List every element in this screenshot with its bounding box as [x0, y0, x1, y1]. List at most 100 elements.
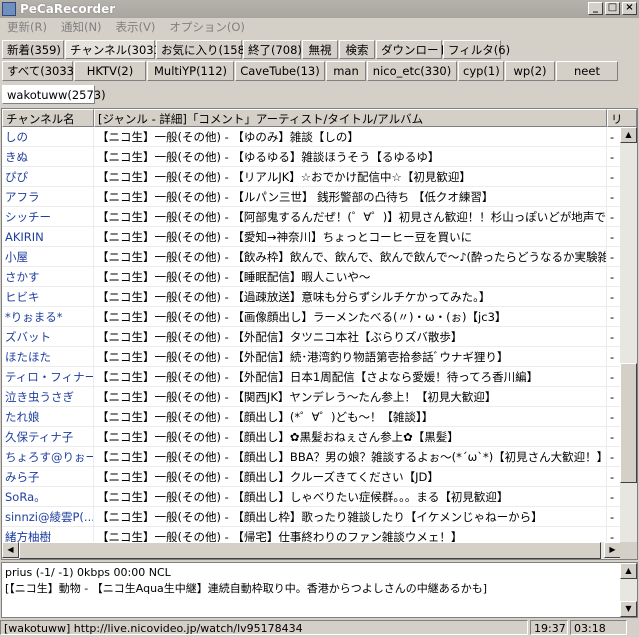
status-bar: [wakotuww] http://live.nicovideo.jp/watc… [0, 620, 639, 637]
scroll-left-icon[interactable]: ◀ [2, 542, 19, 558]
table-row[interactable]: きぬ 【ニコ生】一般(その他) - 【ゆるゆる】雑談ほうそう【るゆるゆ】 - [2, 147, 621, 167]
tab-man[interactable]: man [326, 61, 366, 81]
tab-multiyp[interactable]: MultiYP(112) [147, 61, 234, 81]
menu-view[interactable]: 表示(V) [109, 19, 163, 35]
menu-options[interactable]: オプション(O) [162, 19, 252, 35]
table-row[interactable]: シッチー 【ニコ生】一般(その他) - 【阿部鬼するんだぜ！(゜∀゜)】初見さん歓… [2, 207, 621, 227]
tab-wakotuww[interactable]: wakotuww(2573) [2, 85, 106, 104]
horizontal-scroll-thumb[interactable] [19, 542, 601, 559]
channel-desc: 【ニコ生】一般(その他) - 【阿部鬼するんだぜ！(゜∀゜)】初見さん歓迎！！杉… [94, 207, 607, 227]
channel-extra: - [610, 150, 615, 164]
info-line-detail: [【ニコ生】動物 - 【ニコ生Aqua生中継】連続自動枠取り中。香港からつよしさ… [5, 582, 488, 595]
channel-extra: - [610, 350, 615, 364]
channel-desc: 【ニコ生】一般(その他) - 【ゆのみ】雑談【しの】 [94, 127, 607, 147]
channel-extra: - [610, 190, 615, 204]
table-row[interactable]: sinnzi@綾雲P(... 【ニコ生】一般(その他) - 【顔出し枠】歌ったり雑… [2, 507, 621, 527]
channel-desc: 【ニコ生】一般(その他) - 【外配信】続･港湾釣り物語第壱拾参話ﾞウナギ狸り】 [94, 347, 607, 367]
table-row[interactable]: 小屋 【ニコ生】一般(その他) - 【飲み枠】飲んで、飲んで、飲んで飲んで～♪(酔… [2, 247, 621, 267]
list-vertical-scrollbar[interactable]: ▲ [620, 127, 637, 543]
table-row[interactable]: ヒビキ 【ニコ生】一般(その他) - 【過疎放送】意味も分らずシルチケかってみた。… [2, 287, 621, 307]
table-row[interactable]: ほたほた 【ニコ生】一般(その他) - 【外配信】続･港湾釣り物語第壱拾参話ﾞウナ… [2, 347, 621, 367]
channel-name: ちょろす@りぉー [2, 447, 94, 467]
table-row[interactable]: さかす 【ニコ生】一般(その他) - 【睡眠配信】暇人こいや～ - [2, 267, 621, 287]
channel-desc: 【ニコ生】一般(その他) - 【ゆるゆる】雑談ほうそう【るゆるゆ】 [94, 147, 607, 167]
info-scroll-down-icon[interactable]: ▼ [620, 601, 637, 617]
table-row[interactable]: しの 【ニコ生】一般(その他) - 【ゆのみ】雑談【しの】 - [2, 127, 621, 147]
table-row[interactable]: ちょろす@りぉー 【ニコ生】一般(その他) - 【顔出し】BBA？男の娘？雑談する… [2, 447, 621, 467]
window-title: PeCaRecorder [20, 2, 116, 16]
channel-name: 久保ティナ子 [2, 427, 94, 447]
info-vertical-scrollbar[interactable]: ▲ ▼ [620, 563, 637, 617]
list-horizontal-scrollbar[interactable]: ◀ ▶ [2, 542, 621, 559]
main-tabs: 新着(359) チャンネル(3033) お気に入り(158) 終了(708) 無… [2, 40, 510, 59]
channel-extra: - [610, 210, 615, 224]
menu-update[interactable]: 更新(R) [0, 19, 54, 35]
status-url: [wakotuww] http://live.nicovideo.jp/watc… [0, 620, 528, 635]
channel-desc: 【ニコ生】一般(その他) - 【顔出し】BBA？男の娘？雑談するよぉ～(*´ω`… [94, 447, 607, 467]
column-header-channel[interactable]: チャンネル名 [2, 109, 94, 127]
channel-name: 小屋 [2, 247, 94, 267]
channel-name: AKIRIN [2, 227, 94, 247]
table-row[interactable]: アフラ 【ニコ生】一般(その他) - 【ルパン三世】 銭形警部の凸待ち 【低クオ練… [2, 187, 621, 207]
list-scroll-thumb[interactable] [620, 363, 637, 483]
tab-cavetube[interactable]: CaveTube(13) [235, 61, 325, 81]
channel-extra: - [610, 290, 615, 304]
tab-ended[interactable]: 終了(708) [243, 40, 302, 59]
tab-channel[interactable]: チャンネル(3033) [65, 40, 165, 59]
table-row[interactable]: たれ娘 【ニコ生】一般(その他) - 【顔出し】(*゜∀゜)ども～！【雑談】】 - [2, 407, 621, 427]
table-row[interactable]: AKIRIN 【ニコ生】一般(その他) - 【愛知→神奈川】ちょっとコーヒー豆を買… [2, 227, 621, 247]
channel-extra: - [610, 130, 615, 144]
tab-ignore[interactable]: 無視 [302, 40, 338, 59]
tab-all[interactable]: すべて(3033) [2, 61, 78, 81]
table-row[interactable]: ズバット 【ニコ生】一般(その他) - 【外配信】タツニコ本社【ぶらりズバ散歩】 - [2, 327, 621, 347]
channel-desc: 【ニコ生】一般(その他) - 【ルパン三世】 銭形警部の凸待ち 【低クオ練習】 [94, 187, 607, 207]
tab-cyp[interactable]: cyp(1) [458, 61, 504, 81]
list-rows: しの 【ニコ生】一般(その他) - 【ゆのみ】雑談【しの】 - きぬ 【ニコ生】一般(… [2, 127, 621, 547]
close-button[interactable]: × [622, 2, 637, 15]
column-header-details[interactable]: [ジャンル - 詳細]「コメント」アーティスト/タイトル/アルバム [94, 109, 607, 127]
sub-tabs: wakotuww(2573) [2, 85, 106, 104]
channel-extra: - [610, 330, 615, 344]
channel-name: ティロ・フィナーレ [2, 367, 94, 387]
channel-desc: 【ニコ生】一般(その他) - 【外配信】タツニコ本社【ぶらりズバ散歩】 [94, 327, 607, 347]
tab-nico-etc[interactable]: nico_etc(330) [367, 61, 457, 81]
channel-extra: - [610, 370, 615, 384]
minimize-button[interactable]: _ [588, 2, 603, 15]
column-header-extra[interactable]: リ [607, 109, 637, 127]
channel-extra: - [610, 490, 615, 504]
channel-name: *りぉまる* [2, 307, 94, 327]
info-scroll-up-icon[interactable]: ▲ [620, 563, 637, 579]
list-header: チャンネル名 [ジャンル - 詳細]「コメント」アーティスト/タイトル/アルバム… [2, 109, 637, 127]
table-row[interactable]: ぴぴ 【ニコ生】一般(その他) - 【リアルJK】☆おでかけ配信中☆【初見歓迎】 - [2, 167, 621, 187]
channel-extra: - [610, 230, 615, 244]
table-row[interactable]: 泣き虫うさぎ 【ニコ生】一般(その他) - 【関西JK】ヤンデレう～たん参上！【初… [2, 387, 621, 407]
tab-neet[interactable]: neet [556, 61, 618, 81]
menu-bar: 更新(R) 通知(N) 表示(V) オプション(O) [0, 18, 639, 36]
tab-hktv[interactable]: HKTV(2) [74, 61, 146, 81]
table-row[interactable]: *りぉまる* 【ニコ生】一般(その他) - 【画像顔出し】ラーメンたべる(〃)・ω… [2, 307, 621, 327]
scroll-right-icon[interactable]: ▶ [604, 542, 621, 558]
tab-wp[interactable]: wp(2) [505, 61, 555, 81]
channel-name: みら子 [2, 467, 94, 487]
channel-desc: 【ニコ生】一般(その他) - 【外配信】日本1周配信【さよなら愛媛！待ってろ香川… [94, 367, 607, 387]
channel-desc: 【ニコ生】一般(その他) - 【顔出し】クルーズきてください【JD】 [94, 467, 607, 487]
channel-extra: - [610, 430, 615, 444]
table-row[interactable]: ティロ・フィナーレ【ニコ生】一般(その他) - 【外配信】日本1周配信【さよなら… [2, 367, 621, 387]
channel-desc: 【ニコ生】一般(その他) - 【顔出し】✿黒髪おねぇさん参上✿【黒髪】 [94, 427, 607, 447]
status-time: 19:37 [530, 620, 568, 635]
channel-desc: 【ニコ生】一般(その他) - 【画像顔出し】ラーメンたべる(〃)・ω・(ぉ)【j… [94, 307, 607, 327]
tab-favorites[interactable]: お気に入り(158) [156, 40, 249, 59]
tab-download[interactable]: ダウンロード [376, 40, 450, 59]
tab-search[interactable]: 検索 [339, 40, 375, 59]
scroll-up-icon[interactable]: ▲ [620, 127, 637, 143]
table-row[interactable]: みら子 【ニコ生】一般(その他) - 【顔出し】クルーズきてください【JD】 - [2, 467, 621, 487]
channel-extra: - [610, 170, 615, 184]
tab-filter[interactable]: フィルタ(6) [443, 40, 510, 59]
channel-name: たれ娘 [2, 407, 94, 427]
table-row[interactable]: SoRa。 【ニコ生】一般(その他) - 【顔出し】しゃべりたい症候群。。。まる【… [2, 487, 621, 507]
table-row[interactable]: 久保ティナ子 【ニコ生】一般(その他) - 【顔出し】✿黒髪おねぇさん参上✿【黒髪… [2, 427, 621, 447]
menu-notify[interactable]: 通知(N) [54, 19, 109, 35]
channel-extra: - [610, 310, 615, 324]
maximize-button[interactable]: □ [605, 2, 620, 15]
tab-new[interactable]: 新着(359) [2, 40, 64, 59]
